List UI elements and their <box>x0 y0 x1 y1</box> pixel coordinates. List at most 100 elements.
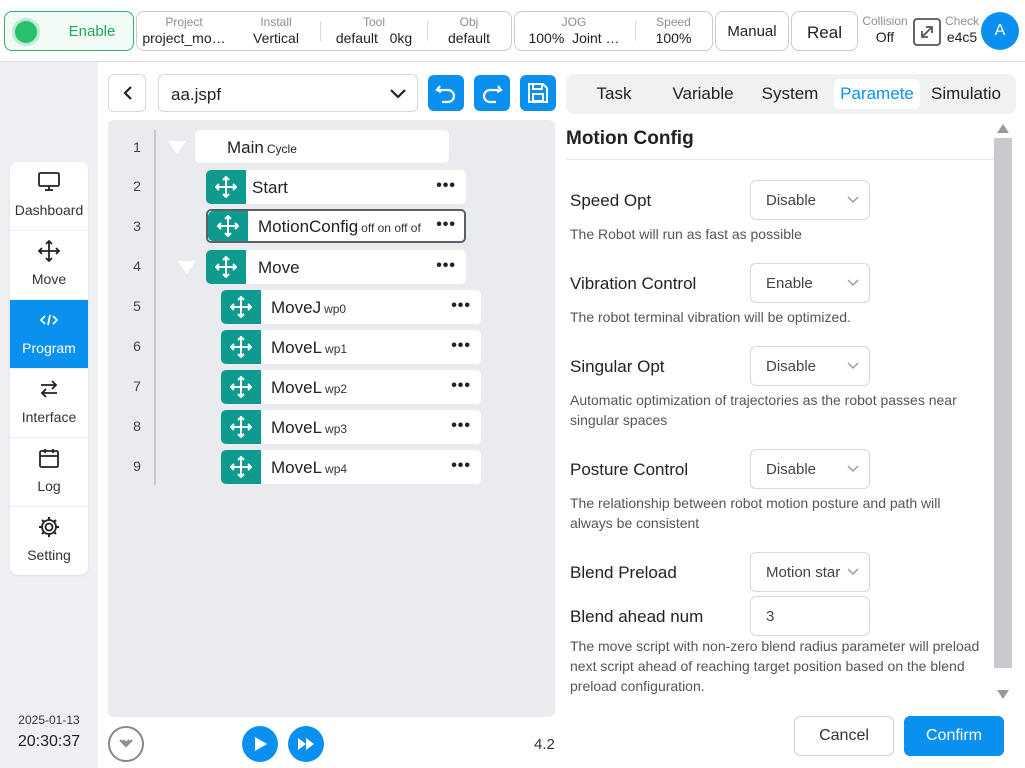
node-label: MoveL wp4 <box>271 458 347 478</box>
save-button[interactable] <box>520 75 556 111</box>
more-menu-button[interactable]: ••• <box>451 297 471 315</box>
tree-node-start[interactable]: Start ••• <box>206 170 466 204</box>
select-value: Motion star <box>766 564 841 581</box>
tree-node-move[interactable]: Move ••• <box>206 250 466 284</box>
swap-arrows-icon <box>40 380 58 398</box>
nav-item-log[interactable]: Log <box>10 438 88 507</box>
collapse-triangle-icon[interactable] <box>178 261 196 274</box>
undo-button[interactable] <box>428 75 464 111</box>
user-avatar[interactable]: A <box>981 12 1019 50</box>
node-label: MotionConfig off on off of <box>258 217 421 237</box>
vibration-control-label: Vibration Control <box>570 274 697 293</box>
node-tag: wp4 <box>325 462 348 476</box>
jog-value: 100% Joint … <box>515 30 633 46</box>
step-down-button[interactable] <box>108 726 144 762</box>
manual-label: Manual <box>727 23 777 40</box>
tree-node-movej-wp0[interactable]: MoveJ wp0 ••• <box>221 290 481 324</box>
tool-selector[interactable]: Tool default 0kg <box>321 12 427 50</box>
posture-control-select[interactable]: Disable <box>750 449 870 489</box>
node-icon <box>206 250 246 284</box>
program-file-select[interactable]: aa.jspf <box>158 74 418 112</box>
node-label: MoveL wp3 <box>271 418 347 438</box>
manual-mode-button[interactable]: Manual <box>715 11 789 51</box>
tab-parameter[interactable]: Paramete <box>834 79 920 109</box>
expand-icon[interactable] <box>912 17 942 47</box>
more-menu-button[interactable]: ••• <box>436 257 456 275</box>
chevron-down-icon <box>390 89 406 99</box>
node-tag: off on off of <box>361 221 421 235</box>
collapse-triangle-icon[interactable] <box>168 141 186 154</box>
more-menu-button[interactable]: ••• <box>451 457 471 475</box>
tab-variable[interactable]: Variable <box>660 79 746 109</box>
enable-status-dot <box>15 21 37 43</box>
tool-name: default <box>335 30 378 46</box>
node-label: MoveJ wp0 <box>271 298 346 318</box>
tab-task[interactable]: Task <box>570 79 658 109</box>
clock-time: 20:30:37 <box>17 733 81 750</box>
speed-opt-select[interactable]: Disable <box>750 180 870 220</box>
chevron-down-icon <box>119 739 133 748</box>
move-arrows-icon <box>230 456 252 478</box>
speed-selector[interactable]: Speed 100% <box>635 12 712 50</box>
file-name: aa.jspf <box>171 85 222 104</box>
tree-node-movel-wp1[interactable]: MoveL wp1 ••• <box>221 330 481 364</box>
real-mode-button[interactable]: Real <box>791 11 858 51</box>
play-button[interactable] <box>242 726 278 762</box>
blend-preload-select[interactable]: Motion star <box>750 552 870 592</box>
more-menu-button[interactable]: ••• <box>451 377 471 395</box>
line-number: 4 <box>133 258 141 274</box>
vibration-control-description: The robot terminal vibration will be opt… <box>570 309 851 325</box>
nav-item-move[interactable]: Move <box>10 231 88 300</box>
scroll-thumb[interactable] <box>994 138 1012 668</box>
posture-control-description: The relationship between robot motion po… <box>570 495 941 531</box>
obj-selector[interactable]: Obj default <box>427 12 511 50</box>
tree-node-movel-wp2[interactable]: MoveL wp2 ••• <box>221 370 481 404</box>
tree-guide-line <box>154 130 156 485</box>
project-selector[interactable]: Project project_mo… <box>137 12 231 50</box>
tab-system[interactable]: System <box>748 79 832 109</box>
cancel-button[interactable]: Cancel <box>794 716 894 756</box>
node-name: MoveL <box>271 418 323 437</box>
node-icon <box>208 211 248 241</box>
divider <box>566 159 994 160</box>
nav-item-setting[interactable]: Setting <box>10 507 88 575</box>
more-menu-button[interactable]: ••• <box>436 216 456 234</box>
scrollbar[interactable] <box>994 122 1012 702</box>
blend-ahead-num-input[interactable] <box>750 596 870 636</box>
tab-simulation[interactable]: Simulatio <box>924 79 1008 109</box>
chevron-down-icon <box>847 279 859 286</box>
more-menu-button[interactable]: ••• <box>451 417 471 435</box>
singular-opt-label: Singular Opt <box>570 357 665 376</box>
back-button[interactable] <box>108 74 146 112</box>
node-icon <box>206 170 246 204</box>
confirm-button[interactable]: Confirm <box>904 716 1004 756</box>
tree-node-movel-wp4[interactable]: MoveL wp4 ••• <box>221 450 481 484</box>
nav-item-dashboard[interactable]: Dashboard <box>10 162 88 231</box>
tool-caption: Tool <box>362 15 385 29</box>
nav-item-program[interactable]: Program <box>10 300 88 369</box>
jog-selector[interactable]: JOG 100% Joint … <box>515 12 633 50</box>
collision-status[interactable]: Collision Off <box>860 11 910 49</box>
move-arrows-icon <box>215 256 237 278</box>
tree-node-movel-wp3[interactable]: MoveL wp3 ••• <box>221 410 481 444</box>
check-value: e4c5 <box>946 29 978 45</box>
vibration-control-select[interactable]: Enable <box>750 263 870 303</box>
install-selector[interactable]: Install Vertical <box>231 12 321 50</box>
redo-button[interactable] <box>474 75 510 111</box>
scroll-down-icon[interactable] <box>997 690 1009 699</box>
fast-forward-button[interactable] <box>288 726 324 762</box>
code-icon <box>39 314 59 326</box>
move-arrows-icon <box>215 176 237 198</box>
tree-node-motionconfig[interactable]: MotionConfig off on off of ••• <box>206 209 466 243</box>
scroll-up-icon[interactable] <box>997 124 1009 133</box>
more-menu-button[interactable]: ••• <box>436 177 456 195</box>
tree-node-main[interactable]: Main Cycle <box>195 130 449 163</box>
nav-item-interface[interactable]: Interface <box>10 369 88 438</box>
more-menu-button[interactable]: ••• <box>451 337 471 355</box>
nav-label: Setting <box>27 547 71 563</box>
select-value: Enable <box>766 275 813 292</box>
enable-button[interactable]: Enable <box>4 11 134 51</box>
check-status[interactable]: Check e4c5 <box>942 11 982 49</box>
fast-forward-icon <box>298 738 314 750</box>
singular-opt-select[interactable]: Disable <box>750 346 870 386</box>
